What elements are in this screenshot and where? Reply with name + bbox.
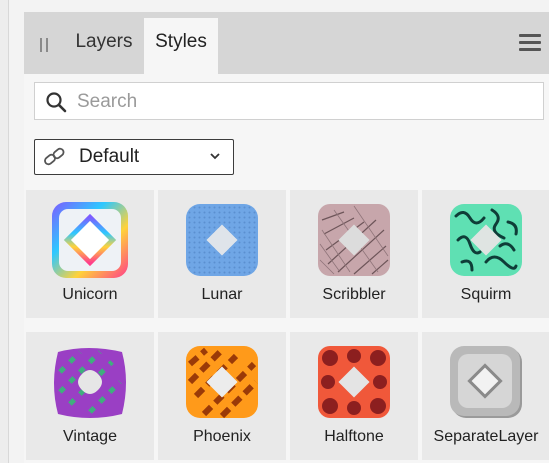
- search-input[interactable]: [75, 87, 539, 117]
- halftone-style-icon: [318, 346, 390, 418]
- category-dropdown[interactable]: Default: [34, 139, 234, 175]
- style-name: Unicorn: [62, 286, 118, 303]
- style-name: Scribbler: [322, 286, 386, 303]
- separatelayer-style-icon: [450, 346, 522, 418]
- style-name: Lunar: [201, 286, 243, 303]
- squirm-style-icon: [450, 204, 522, 276]
- style-tile-unicorn[interactable]: Unicorn: [26, 190, 154, 318]
- style-tile-squirm[interactable]: Squirm: [422, 190, 549, 318]
- hamburger-menu-icon[interactable]: [519, 34, 541, 52]
- panel-tab-bar: Layers Styles: [24, 12, 549, 74]
- search-box: [34, 82, 544, 120]
- category-dropdown-value: Default: [79, 146, 140, 167]
- style-tile-vintage[interactable]: Vintage: [26, 332, 154, 460]
- style-name: SeparateLayer: [433, 428, 539, 445]
- window-left-edge: [0, 0, 9, 463]
- style-name: Phoenix: [193, 428, 251, 445]
- style-name: Vintage: [63, 428, 117, 445]
- styles-grid: Unicorn Lunar Scribbler Squirm Vintage P…: [26, 190, 549, 463]
- style-tile-scribbler[interactable]: Scribbler: [290, 190, 418, 318]
- search-icon: [46, 92, 67, 113]
- style-tile-halftone[interactable]: Halftone: [290, 332, 418, 460]
- style-name: Halftone: [324, 428, 384, 445]
- style-tile-separatelayer[interactable]: SeparateLayer: [422, 332, 549, 460]
- tab-styles[interactable]: Styles: [144, 18, 218, 74]
- style-tile-phoenix[interactable]: Phoenix: [158, 332, 286, 460]
- vintage-style-icon: [54, 348, 126, 418]
- phoenix-style-icon: [186, 346, 259, 419]
- styles-panel: Layers Styles Default: [24, 12, 549, 463]
- scribbler-style-icon: [318, 204, 390, 276]
- unicorn-style-icon: [52, 202, 128, 278]
- lunar-style-icon: [186, 204, 258, 276]
- chevron-down-icon: [210, 153, 220, 160]
- style-tile-lunar[interactable]: Lunar: [158, 190, 286, 318]
- tab-layers[interactable]: Layers: [64, 18, 144, 74]
- style-name: Squirm: [460, 286, 512, 303]
- link-icon: [44, 147, 65, 166]
- grip-handle-icon[interactable]: [40, 38, 50, 52]
